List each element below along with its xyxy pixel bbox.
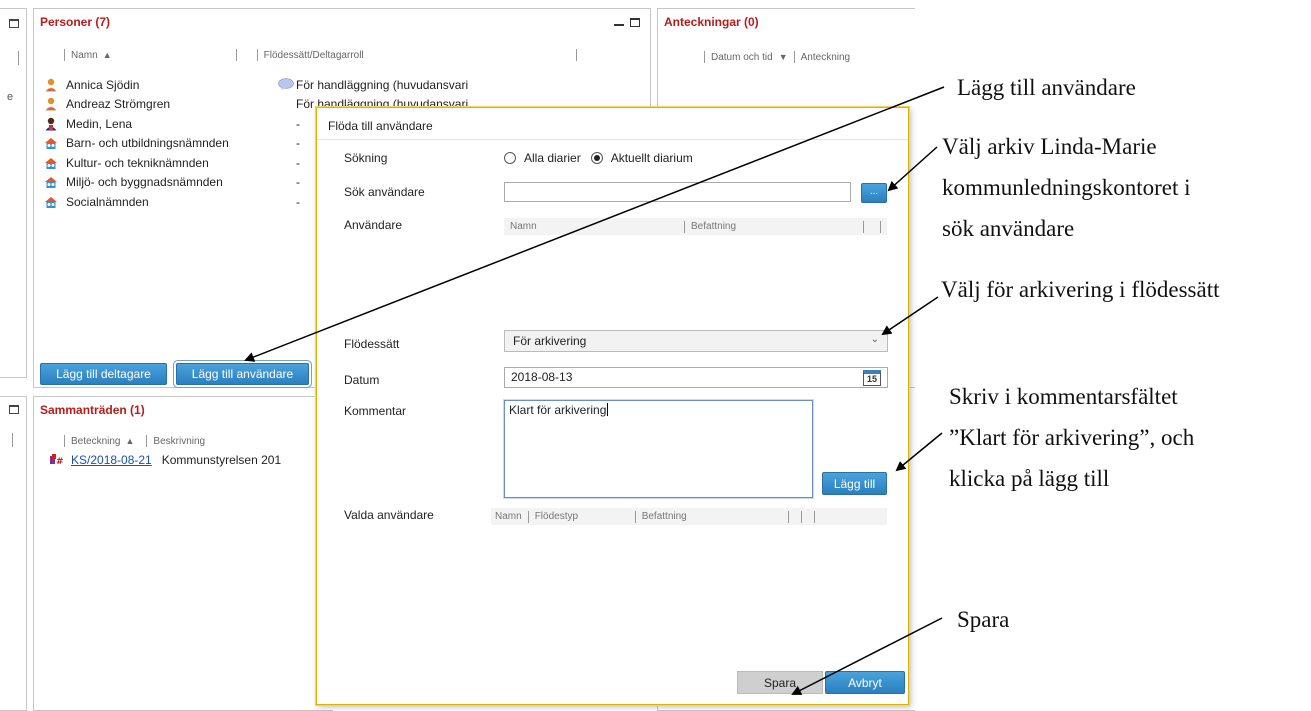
arrow-search-user	[887, 146, 938, 192]
arrow-add-button	[895, 432, 943, 472]
arrow-save	[791, 617, 943, 695]
arrow-add-user	[244, 86, 945, 362]
annotation-arrows	[244, 86, 945, 695]
arrow-flow	[881, 296, 939, 336]
